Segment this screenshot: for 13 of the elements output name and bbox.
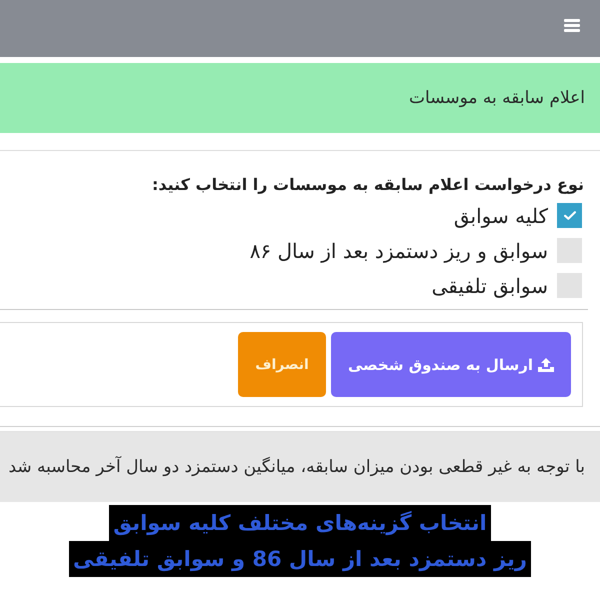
menu-icon[interactable] [564, 19, 580, 32]
form-heading: نوع درخواست اعلام سابقه به موسسات را انتخاب کنید: [150, 175, 584, 194]
banner-title: اعلام سابقه به موسسات [409, 88, 585, 108]
option-checkbox[interactable]: سوابق تلفیقی [432, 268, 584, 303]
note-text: با توجه به غیر قطعی بودن میزان سابقه، میانگین دستمزد دو سال آخر محاسبه شد [8, 457, 585, 477]
checkbox[interactable] [557, 238, 582, 263]
checkbox[interactable] [557, 203, 582, 228]
option-checkbox[interactable]: کلیه سوابق [454, 198, 584, 233]
checkbox[interactable] [557, 273, 582, 298]
send-button[interactable]: ارسال به صندوق شخصی [331, 332, 571, 397]
upload-icon [538, 358, 554, 372]
check-icon [564, 211, 576, 220]
option-checkbox[interactable]: سوابق و ریز دستمزد بعد از سال ۸۶ [250, 233, 584, 268]
